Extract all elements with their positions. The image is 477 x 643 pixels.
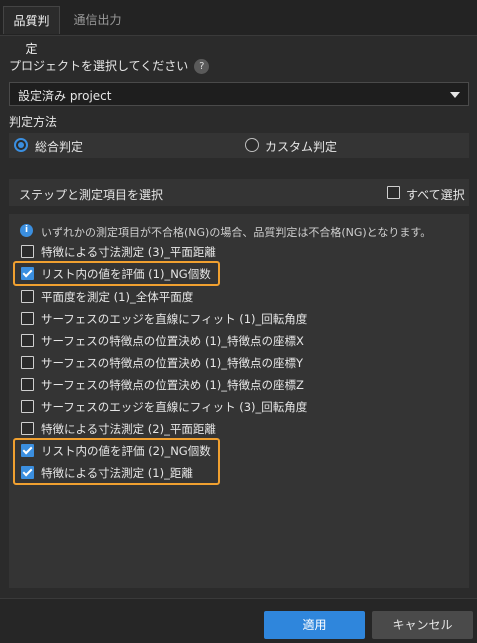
apply-button[interactable]: 適用 [264,611,365,639]
item-label: 特徴による寸法測定 (2)_平面距離 [41,422,216,436]
item-checkbox[interactable] [21,290,34,303]
item-checkbox[interactable] [21,356,34,369]
item-label: サーフェスのエッジを直線にフィット (1)_回転角度 [41,312,308,326]
item-label: サーフェスの特徴点の位置決め (1)_特徴点の座標Y [41,356,304,370]
radio-overall-label[interactable]: 総合判定 [35,138,83,155]
highlight-box [13,261,220,286]
project-select-value: 設定済み project [18,89,112,103]
method-radio-group: 総合判定 カスタム判定 [9,133,469,158]
item-label: サーフェスの特徴点の位置決め (1)_特徴点の座標Z [41,378,304,392]
select-all-checkbox[interactable] [387,186,400,199]
project-select[interactable]: 設定済み project [9,82,469,106]
highlight-box [13,438,220,485]
select-all-label[interactable]: すべて選択 [406,186,465,203]
list-item[interactable]: 特徴による寸法測定 (3)_平面距離 [9,241,469,261]
list-item[interactable]: サーフェスのエッジを直線にフィット (1)_回転角度 [9,308,469,328]
item-label: サーフェスの特徴点の位置決め (1)_特徴点の座標X [41,334,304,348]
item-checkbox[interactable] [21,378,34,391]
steps-header: ステップと測定項目を選択 すべて選択 [9,179,469,206]
item-checkbox[interactable] [21,245,34,258]
item-checkbox[interactable] [21,400,34,413]
cancel-button[interactable]: キャンセル [372,611,473,639]
project-label-text: プロジェクトを選択してください [9,59,189,73]
list-item[interactable]: サーフェスの特徴点の位置決め (1)_特徴点の座標Z [9,374,469,394]
item-label: 特徴による寸法測定 (3)_平面距離 [41,245,216,259]
project-label: プロジェクトを選択してください? [9,57,210,74]
radio-overall[interactable] [14,138,28,152]
list-item[interactable]: 平面度を測定 (1)_全体平面度 [9,286,469,306]
list-item[interactable]: サーフェスのエッジを直線にフィット (3)_回転角度 [9,396,469,416]
dialog-footer: 適用 キャンセル [0,598,477,643]
item-label: 平面度を測定 (1)_全体平面度 [41,290,194,304]
item-label: サーフェスのエッジを直線にフィット (3)_回転角度 [41,400,308,414]
info-text: いずれかの測定項目が不合格(NG)の場合、品質判定は不合格(NG)となります。 [41,226,432,239]
info-icon: i [20,224,33,237]
list-item[interactable]: 特徴による寸法測定 (2)_平面距離 [9,418,469,438]
list-item[interactable]: サーフェスの特徴点の位置決め (1)_特徴点の座標Y [9,352,469,372]
item-checkbox[interactable] [21,334,34,347]
tab-communication-output[interactable]: 通信出力 [65,6,130,34]
item-checkbox[interactable] [21,312,34,325]
radio-custom-label[interactable]: カスタム判定 [265,138,337,155]
radio-custom[interactable] [245,138,259,152]
steps-header-title: ステップと測定項目を選択 [19,188,164,202]
chevron-down-icon [450,92,460,98]
tab-bar: 品質判定 通信出力 [0,0,477,56]
help-icon[interactable]: ? [194,59,210,74]
tab-quality-judgment[interactable]: 品質判定 [3,6,60,56]
list-item[interactable]: サーフェスの特徴点の位置決め (1)_特徴点の座標X [9,330,469,350]
item-checkbox[interactable] [21,422,34,435]
method-label: 判定方法 [9,115,58,129]
steps-list: i いずれかの測定項目が不合格(NG)の場合、品質判定は不合格(NG)となります… [9,214,469,588]
